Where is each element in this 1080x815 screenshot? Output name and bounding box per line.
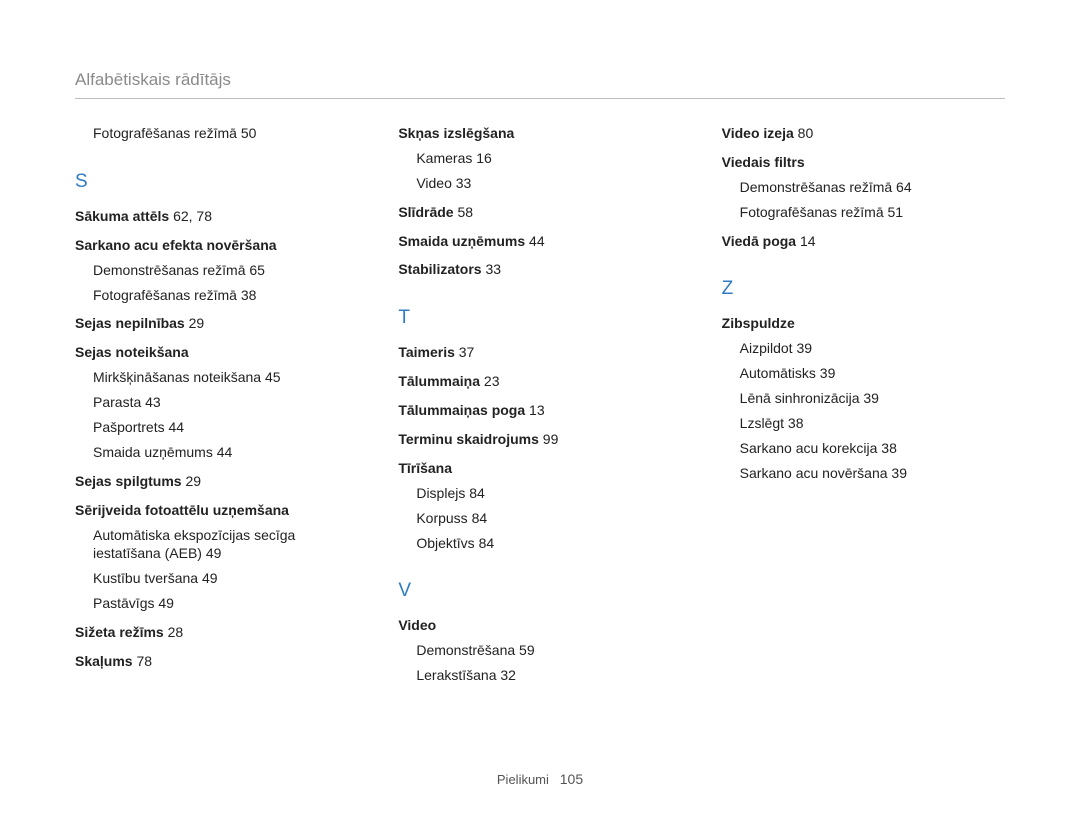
index-subentry: Kustību tveršana 49: [93, 569, 358, 588]
index-subentry: Demonstrēšana 59: [416, 641, 681, 660]
index-subentry: Fotografēšanas režīmā 50: [93, 124, 358, 143]
entry-pages: 78: [136, 653, 152, 669]
column-1: Fotografēšanas režīmā 50 S Sākuma attēls…: [75, 124, 358, 685]
index-entry: Sākuma attēls 62, 78: [75, 207, 358, 226]
entry-pages: 99: [543, 431, 559, 447]
page-header: Alfabētiskais rādītājs: [75, 70, 1005, 99]
index-subentry: Fotografēšanas režīmā 51: [740, 203, 1005, 222]
index-subentry: Displejs 84: [416, 484, 681, 503]
index-subentry: Lerakstīšana 32: [416, 666, 681, 685]
entry-pages: 14: [800, 233, 816, 249]
section-letter-z: Z: [722, 278, 1005, 300]
entry-pages: 80: [798, 125, 814, 141]
index-entry: Tālummaiņas poga 13: [398, 401, 681, 420]
entry-label: Sejas spilgtums: [75, 473, 182, 489]
index-subentry: Pastāvīgs 49: [93, 594, 358, 613]
index-entry: Video izeja 80: [722, 124, 1005, 143]
index-subentry: Lēnā sinhronizācija 39: [740, 389, 1005, 408]
index-entry: Skaļums 78: [75, 652, 358, 671]
entry-pages: 58: [457, 204, 473, 220]
index-subentry: Automātisks 39: [740, 364, 1005, 383]
index-entry: Tīrīšana: [398, 459, 681, 478]
index-entry: Sejas noteikšana: [75, 343, 358, 362]
index-entry: Slīdrāde 58: [398, 203, 681, 222]
index-subentry: Fotografēšanas režīmā 38: [93, 286, 358, 305]
entry-pages: 33: [485, 261, 501, 277]
index-subentry: Automātiska ekspozīcijas secīga iestatīš…: [93, 526, 358, 564]
index-subentry: Smaida uzņēmums 44: [93, 443, 358, 462]
section-letter-v: V: [398, 580, 681, 602]
index-entry: Viedā poga 14: [722, 232, 1005, 251]
column-2: Skņas izslēgšana Kameras 16 Video 33 Slī…: [398, 124, 681, 685]
index-entry: Sižeta režīms 28: [75, 623, 358, 642]
index-entry: Terminu skaidrojums 99: [398, 430, 681, 449]
index-subentry: Video 33: [416, 174, 681, 193]
index-subentry: Lzslēgt 38: [740, 414, 1005, 433]
entry-label: Tālummaiņas poga: [398, 402, 525, 418]
entry-label: Terminu skaidrojums: [398, 431, 539, 447]
index-entry: Tālummaiņa 23: [398, 372, 681, 391]
index-entry: Sejas spilgtums 29: [75, 472, 358, 491]
entry-label: Sākuma attēls: [75, 208, 169, 224]
index-columns: Fotografēšanas režīmā 50 S Sākuma attēls…: [75, 124, 1005, 685]
page-number: 105: [560, 771, 583, 787]
section-letter-s: S: [75, 171, 358, 193]
entry-pages: 37: [459, 344, 475, 360]
entry-label: Sižeta režīms: [75, 624, 164, 640]
entry-pages: 29: [189, 315, 205, 331]
index-subentry: Parasta 43: [93, 393, 358, 412]
index-subentry: Aizpildot 39: [740, 339, 1005, 358]
index-subentry: Demonstrēšanas režīmā 64: [740, 178, 1005, 197]
entry-pages: 13: [529, 402, 545, 418]
entry-pages: 44: [529, 233, 545, 249]
index-entry: Viedais filtrs: [722, 153, 1005, 172]
index-subentry: Pašportrets 44: [93, 418, 358, 437]
entry-label: Video izeja: [722, 125, 794, 141]
index-subentry: Kameras 16: [416, 149, 681, 168]
entry-pages: 29: [185, 473, 201, 489]
index-subentry: Korpuss 84: [416, 509, 681, 528]
index-entry: Stabilizators 33: [398, 260, 681, 279]
entry-label: Viedā poga: [722, 233, 796, 249]
footer-label: Pielikumi: [497, 772, 549, 787]
entry-label: Tālummaiņa: [398, 373, 480, 389]
page-footer: Pielikumi 105: [0, 771, 1080, 787]
entry-label: Skaļums: [75, 653, 133, 669]
index-subentry: Objektīvs 84: [416, 534, 681, 553]
entry-label: Sejas nepilnības: [75, 315, 185, 331]
index-subentry: Mirkšķināšanas noteikšana 45: [93, 368, 358, 387]
index-subentry: Sarkano acu korekcija 38: [740, 439, 1005, 458]
index-subentry: Sarkano acu novēršana 39: [740, 464, 1005, 483]
entry-pages: 28: [168, 624, 184, 640]
section-letter-t: T: [398, 307, 681, 329]
entry-label: Slīdrāde: [398, 204, 453, 220]
entry-label: Stabilizators: [398, 261, 481, 277]
entry-pages: 62, 78: [173, 208, 212, 224]
entry-pages: 23: [484, 373, 500, 389]
entry-label: Smaida uzņēmums: [398, 233, 525, 249]
index-entry: Video: [398, 616, 681, 635]
column-3: Video izeja 80 Viedais filtrs Demonstrēš…: [722, 124, 1005, 685]
index-entry: Zibspuldze: [722, 314, 1005, 333]
index-entry: Skņas izslēgšana: [398, 124, 681, 143]
index-entry: Sarkano acu efekta novēršana: [75, 236, 358, 255]
index-subentry: Demonstrēšanas režīmā 65: [93, 261, 358, 280]
index-entry: Smaida uzņēmums 44: [398, 232, 681, 251]
index-entry: Sejas nepilnības 29: [75, 314, 358, 333]
index-entry: Taimeris 37: [398, 343, 681, 362]
index-entry: Sērijveida fotoattēlu uzņemšana: [75, 501, 358, 520]
entry-label: Taimeris: [398, 344, 455, 360]
